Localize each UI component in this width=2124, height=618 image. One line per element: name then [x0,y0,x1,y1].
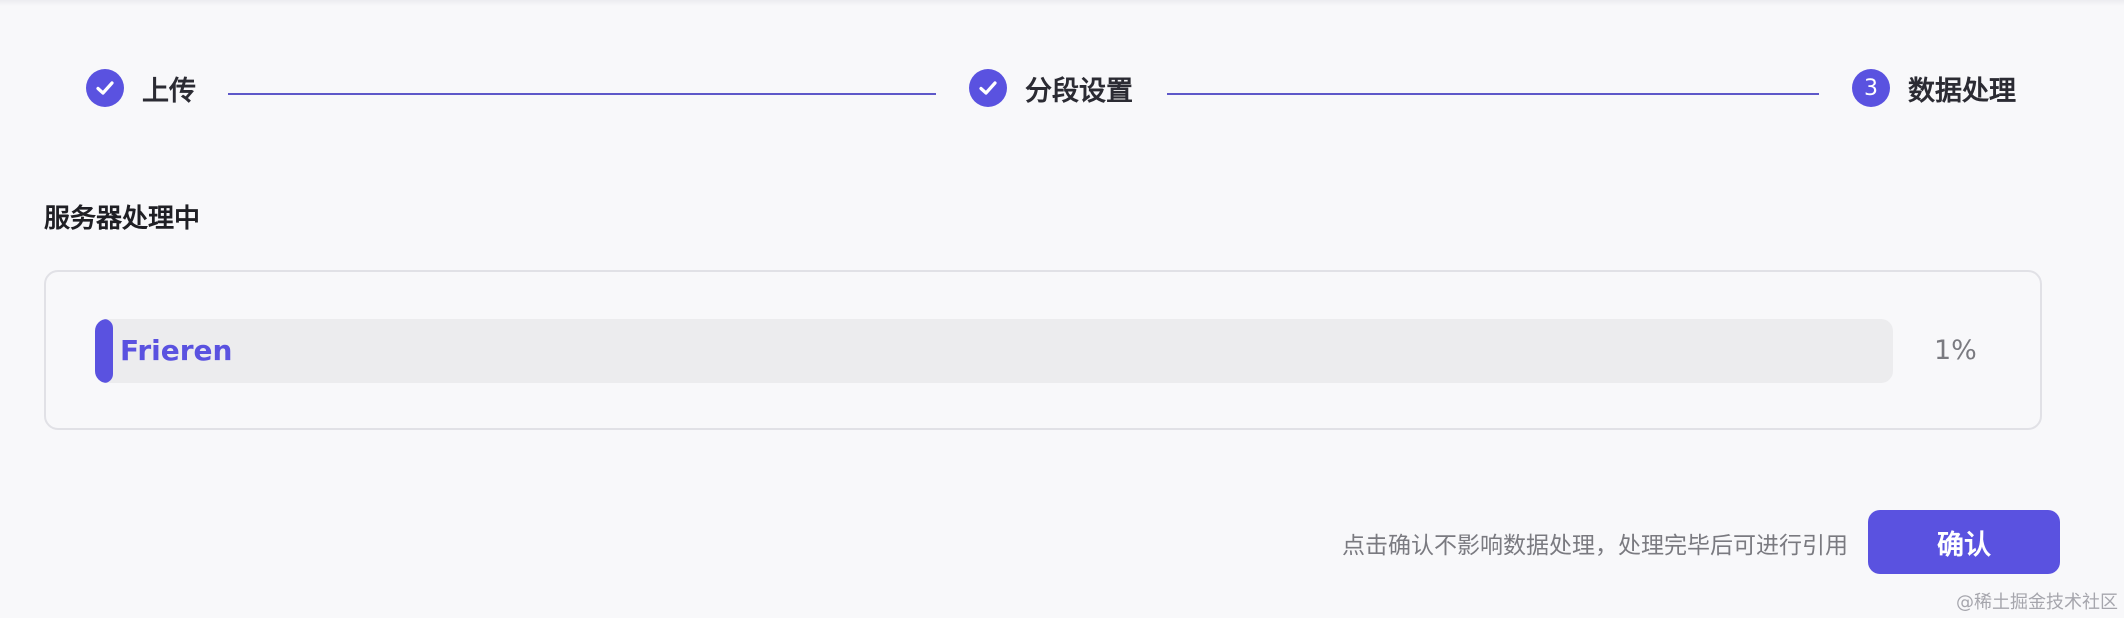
step-upload: 上传 [86,68,196,108]
step-connector-1 [228,93,936,95]
confirm-button[interactable]: 确认 [1868,510,2060,574]
progress-card: Frieren 1% [44,270,2042,430]
progress-bar: Frieren [95,319,1893,383]
step-number-badge: 3 [1852,69,1890,107]
progress-file-name: Frieren [120,334,233,367]
confirm-hint-text: 点击确认不影响数据处理，处理完毕后可进行引用 [1342,533,1848,559]
section-title: 服务器处理中 [44,204,201,234]
step-label-upload: 上传 [142,75,196,107]
step-label-segment-settings: 分段设置 [1025,75,1133,107]
progress-fill [95,319,113,383]
step-segment-settings: 分段设置 [969,68,1133,108]
progress-percent: 1% [1934,335,1977,366]
step-label-data-processing: 数据处理 [1908,75,2016,107]
check-icon [969,69,1007,107]
step-indicator: 上传 分段设置 3 数据处理 [0,0,2124,180]
step-connector-2 [1167,93,1819,95]
check-icon [86,69,124,107]
watermark: @稀土掘金技术社区 [1956,592,2118,613]
step-data-processing: 3 数据处理 [1852,68,2016,108]
